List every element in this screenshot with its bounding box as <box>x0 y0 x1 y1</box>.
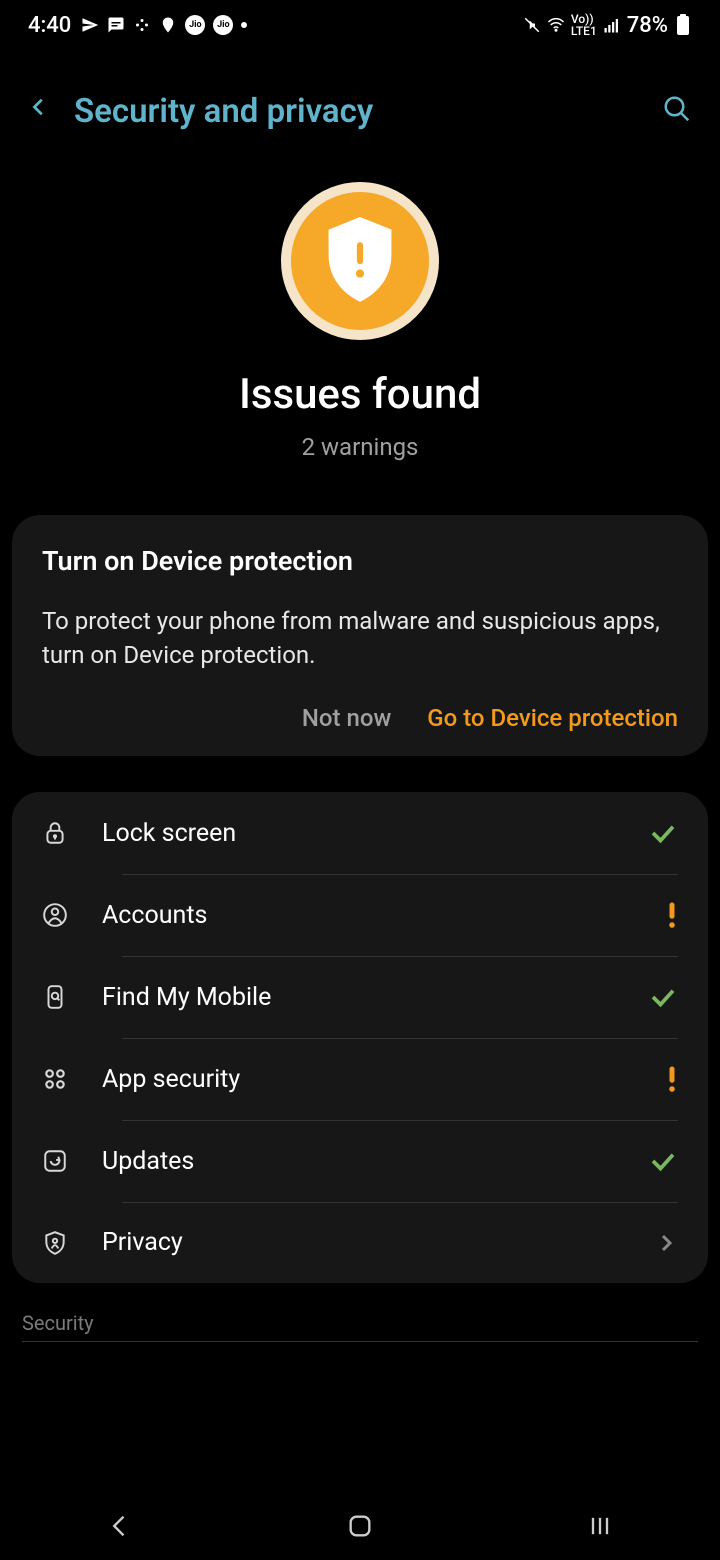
nav-back-button[interactable] <box>90 1512 150 1540</box>
location-icon <box>159 16 177 34</box>
battery-icon <box>674 16 692 34</box>
battery-percent: 78% <box>627 13 668 38</box>
list-label: Accounts <box>102 901 666 930</box>
wifi-icon <box>547 16 565 34</box>
apps-icon <box>42 1066 102 1092</box>
check-icon <box>648 1146 678 1176</box>
device-protection-card: Turn on Device protection To protect you… <box>12 515 708 756</box>
hero-subtitle: 2 warnings <box>0 433 720 461</box>
list-item-privacy[interactable]: Privacy <box>12 1202 708 1283</box>
mute-icon <box>523 16 541 34</box>
updates-icon <box>42 1148 102 1174</box>
list-item-lock-screen[interactable]: Lock screen <box>12 792 708 874</box>
jio-icon-1: Jio <box>185 15 205 35</box>
signal-icon <box>603 16 621 34</box>
warning-icon <box>666 900 678 930</box>
app-header: Security and privacy <box>0 50 720 142</box>
warning-icon <box>666 1064 678 1094</box>
privacy-shield-icon <box>42 1230 102 1256</box>
card-title: Turn on Device protection <box>42 545 678 577</box>
list-item-app-security[interactable]: App security <box>12 1038 708 1120</box>
lock-icon <box>42 820 102 846</box>
hero-title: Issues found <box>0 370 720 419</box>
list-item-updates[interactable]: Updates <box>12 1120 708 1202</box>
check-icon <box>648 982 678 1012</box>
more-dot-icon <box>241 22 247 28</box>
status-bar: 4:40 Jio Jio Vo))LTE1 <box>0 0 720 50</box>
list-item-find-my-mobile[interactable]: Find My Mobile <box>12 956 708 1038</box>
navigation-bar <box>0 1492 720 1560</box>
shield-warning-icon <box>281 182 439 340</box>
status-time: 4:40 <box>28 13 71 38</box>
list-label: Updates <box>102 1147 648 1176</box>
status-notification-icons: Jio Jio <box>81 15 247 35</box>
card-description: To protect your phone from malware and s… <box>42 605 678 672</box>
search-button[interactable] <box>662 94 692 128</box>
list-label: Lock screen <box>102 819 648 848</box>
status-hero: Issues found 2 warnings <box>0 142 720 491</box>
nav-recents-button[interactable] <box>570 1512 630 1540</box>
slack-icon <box>133 16 151 34</box>
list-label: Privacy <box>102 1228 654 1257</box>
list-label: Find My Mobile <box>102 983 648 1012</box>
account-icon <box>42 902 102 928</box>
network-label: Vo))LTE1 <box>571 13 597 37</box>
settings-list: Lock screen Accounts Find My Mobile App … <box>12 792 708 1283</box>
page-title: Security and privacy <box>74 92 638 131</box>
section-header-security: Security <box>22 1311 698 1342</box>
send-icon <box>81 16 99 34</box>
find-mobile-icon <box>42 984 102 1010</box>
chevron-right-icon <box>654 1231 678 1255</box>
not-now-button[interactable]: Not now <box>302 704 391 732</box>
jio-icon-2: Jio <box>213 15 233 35</box>
message-icon <box>107 16 125 34</box>
go-to-device-protection-button[interactable]: Go to Device protection <box>427 704 678 732</box>
list-item-accounts[interactable]: Accounts <box>12 874 708 956</box>
nav-home-button[interactable] <box>330 1512 390 1540</box>
check-icon <box>648 818 678 848</box>
back-button[interactable] <box>28 90 50 132</box>
list-label: App security <box>102 1065 666 1094</box>
